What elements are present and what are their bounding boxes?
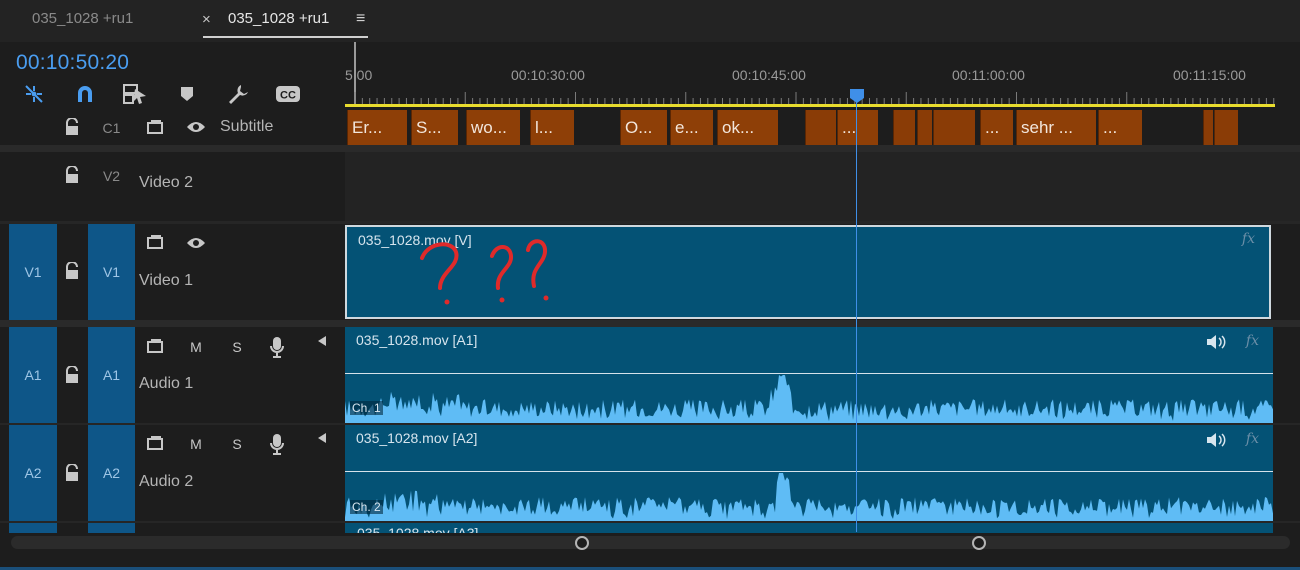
mute-button[interactable]: M [185, 338, 207, 356]
playhead-handle[interactable] [849, 88, 865, 104]
fx-badge-icon[interactable]: fx [1246, 333, 1259, 349]
close-tab-icon[interactable]: × [202, 11, 211, 28]
track-v2: V2 Video 2 [0, 152, 1300, 222]
caption-clip[interactable] [1203, 110, 1213, 145]
track-target-v1[interactable]: V1 [88, 224, 135, 320]
source-patch-v1[interactable]: V1 [9, 224, 57, 320]
sequence-tab-bar: 035_1028 +ru1 × 035_1028 +ru1 ≡ [0, 0, 1300, 42]
fx-badge-icon[interactable]: fx [1246, 431, 1259, 447]
mute-button[interactable]: M [185, 435, 207, 453]
track-target-v2[interactable]: V2 [88, 166, 135, 186]
ruler-label: 00:10:45:00 [732, 67, 806, 83]
handwritten-question-marks [420, 239, 549, 305]
track-target-a2[interactable]: A2 [88, 425, 135, 521]
toggle-sync-lock-icon[interactable] [145, 233, 167, 251]
lock-icon[interactable] [64, 166, 80, 184]
playhead-line[interactable] [856, 102, 857, 532]
toggle-sync-lock-icon[interactable] [145, 337, 167, 355]
track-name: Subtitle [220, 118, 274, 135]
caption-clip[interactable]: Er... [347, 110, 407, 145]
caption-clip[interactable] [893, 110, 915, 145]
clip-audio1[interactable]: 035_1028.mov [A1] fx Ch. 1 [345, 327, 1273, 423]
caption-clip[interactable]: sehr ... [1016, 110, 1096, 145]
toggle-sync-lock-icon[interactable] [145, 434, 167, 452]
clip-audio2[interactable]: 035_1028.mov [A2] fx Ch. 2 [345, 425, 1273, 521]
source-patch-a3[interactable] [9, 523, 57, 533]
source-patch-a2[interactable]: A2 [9, 425, 57, 521]
timeline-zoom-scrollbar[interactable] [11, 536, 1290, 549]
lock-icon[interactable] [64, 118, 80, 136]
caption-clip[interactable] [1214, 110, 1238, 145]
track-target-a1[interactable]: A1 [88, 327, 135, 423]
eye-icon[interactable] [185, 234, 207, 252]
solo-button[interactable]: S [226, 338, 248, 356]
source-patch-a1[interactable]: A1 [9, 327, 57, 423]
solo-button[interactable]: S [226, 435, 248, 453]
lock-icon[interactable] [64, 366, 80, 384]
track-target-c1[interactable]: C1 [88, 118, 135, 138]
waveform-shape [345, 473, 1273, 521]
caption-clip[interactable] [933, 110, 975, 145]
channel-label: Ch. 1 [350, 401, 383, 415]
ruler-label: 5:00 [345, 67, 373, 83]
eye-icon[interactable] [185, 118, 207, 136]
audio-waveform [345, 473, 1273, 521]
clip-title: 035_1028.mov [A3] [357, 525, 479, 533]
ruler-label: 00:11:15:00 [1173, 67, 1246, 83]
clip-title: 035_1028.mov [A2] [356, 430, 478, 446]
ruler-label: 00:10:30:00 [511, 67, 585, 83]
audio-waveform [345, 375, 1273, 423]
track-volume-arrow-icon[interactable] [316, 429, 328, 447]
fx-badge-icon[interactable]: fx [1242, 231, 1255, 247]
lock-icon[interactable] [64, 464, 80, 482]
caption-clip[interactable]: l... [530, 110, 574, 145]
caption-clip[interactable]: wo... [466, 110, 520, 145]
caption-clip[interactable]: ... [980, 110, 1013, 145]
track-name: Audio 2 [139, 473, 194, 490]
caption-clip[interactable]: S... [411, 110, 458, 145]
clip-volume-icon[interactable] [1206, 432, 1226, 448]
track-volume-arrow-icon[interactable] [316, 332, 328, 350]
clip-title: 035_1028.mov [A1] [356, 332, 478, 348]
work-area-bar[interactable] [345, 104, 1275, 107]
track-name: Video 1 [139, 272, 193, 289]
caption-clip[interactable] [917, 110, 932, 145]
track-lane-v2[interactable] [345, 152, 1300, 222]
waveform-shape [345, 375, 1273, 423]
active-tab-underline [203, 36, 368, 38]
lock-icon[interactable] [64, 262, 80, 280]
caption-clip[interactable]: ... [1098, 110, 1142, 145]
clip-volume-icon[interactable] [1206, 334, 1226, 350]
divider [0, 145, 1300, 152]
track-name: Audio 1 [139, 375, 194, 392]
toggle-sync-lock-icon[interactable] [145, 118, 167, 136]
caption-clip[interactable]: e... [670, 110, 713, 145]
voice-over-mic-icon[interactable] [266, 336, 288, 358]
ruler-label: 00:11:00:00 [952, 67, 1025, 83]
caption-clip[interactable]: ok... [717, 110, 778, 145]
channel-label: Ch. 2 [350, 500, 383, 514]
track-name: Video 2 [139, 174, 193, 191]
caption-clip[interactable] [576, 110, 620, 145]
caption-clip[interactable]: O... [620, 110, 667, 145]
track-target-a3[interactable] [88, 523, 135, 533]
clip-audio3-partial[interactable]: 035_1028.mov [A3] [345, 523, 1273, 533]
divider [0, 320, 1300, 327]
tab-sequence-inactive[interactable]: 035_1028 +ru1 [32, 10, 133, 27]
caption-clip[interactable] [805, 110, 836, 145]
zoom-handle-left[interactable] [575, 536, 589, 550]
tab-sequence-active[interactable]: 035_1028 +ru1 [228, 10, 329, 27]
caption-clip[interactable]: ... [837, 110, 878, 145]
zoom-handle-right[interactable] [972, 536, 986, 550]
playhead-timecode[interactable]: 00:10:50:20 [16, 51, 129, 75]
panel-menu-icon[interactable]: ≡ [356, 10, 365, 28]
voice-over-mic-icon[interactable] [266, 433, 288, 455]
